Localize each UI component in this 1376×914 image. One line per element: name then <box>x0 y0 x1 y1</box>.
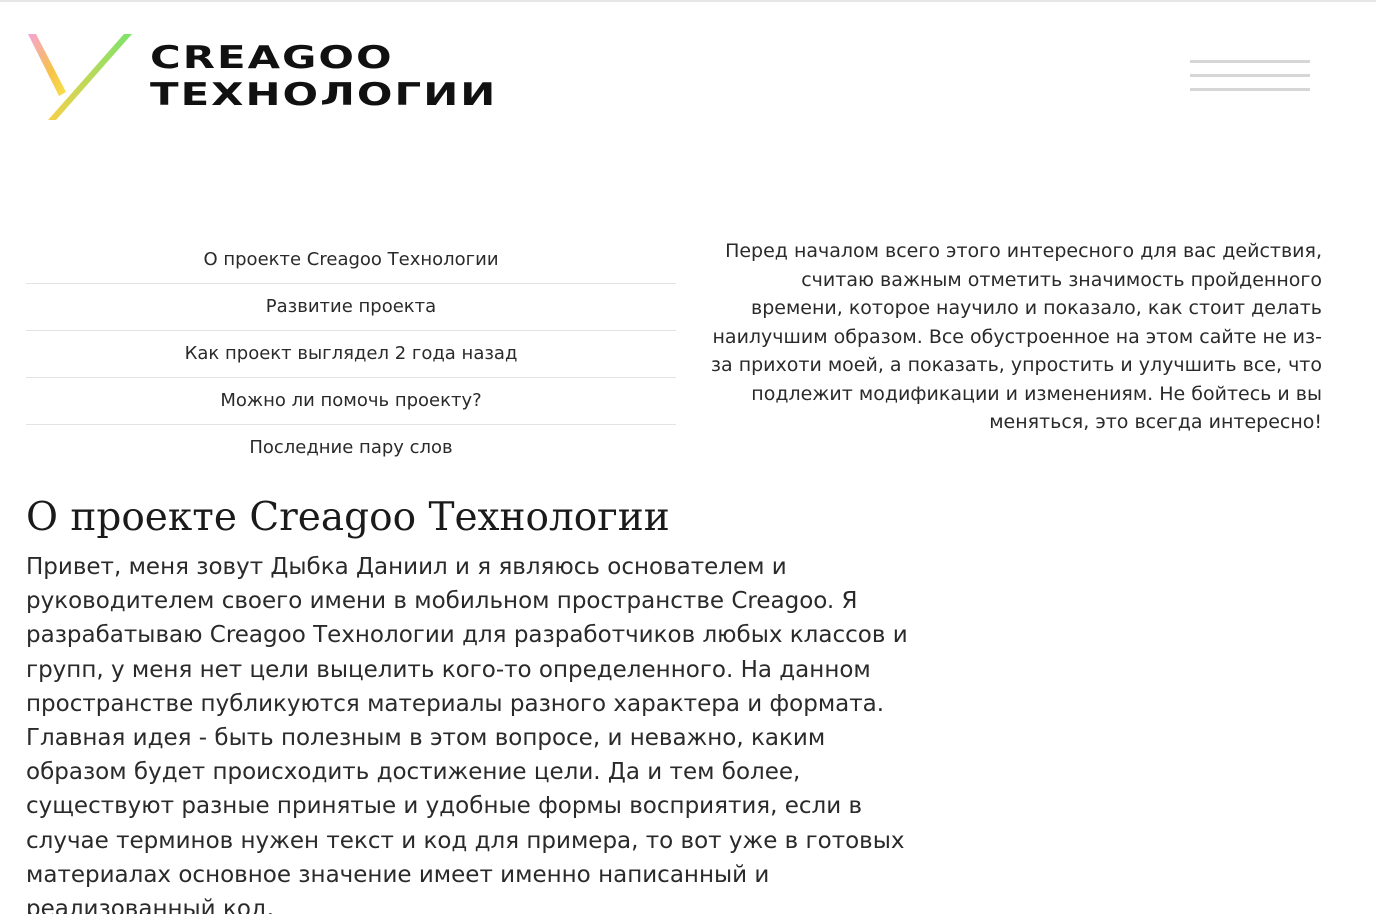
toc-item-help[interactable]: Можно ли помочь проекту? <box>26 378 676 425</box>
hamburger-icon[interactable] <box>1188 58 1312 96</box>
menu-bar <box>1190 88 1310 91</box>
menu-bar <box>1190 74 1310 77</box>
menu-bar <box>1190 60 1310 63</box>
toc-item-development[interactable]: Развитие проекта <box>26 284 676 331</box>
intro-paragraph: Перед началом всего этого интересного дл… <box>710 240 1322 433</box>
gradient-y-icon[interactable] <box>26 32 132 122</box>
logo-wordmark[interactable]: CREAGOO ТЕХНОЛОГИИ <box>150 40 497 114</box>
logo-line-2: ТЕХНОЛОГИИ <box>150 77 498 113</box>
top-border <box>0 0 1376 2</box>
toc-item-two-years-ago[interactable]: Как проект выглядел 2 года назад <box>26 331 676 378</box>
section-title: О проекте Creagoo Технологии <box>26 495 670 540</box>
section-body: Привет, меня зовут Дыбка Даниил и я явля… <box>26 554 908 914</box>
toc-item-last-words[interactable]: Последние пару слов <box>26 425 676 471</box>
toc-item-about[interactable]: О проекте Creagoo Технологии <box>26 237 676 284</box>
table-of-contents: О проекте Creagoo Технологии Развитие пр… <box>26 237 676 471</box>
logo-line-1: CREAGOO <box>150 40 394 76</box>
